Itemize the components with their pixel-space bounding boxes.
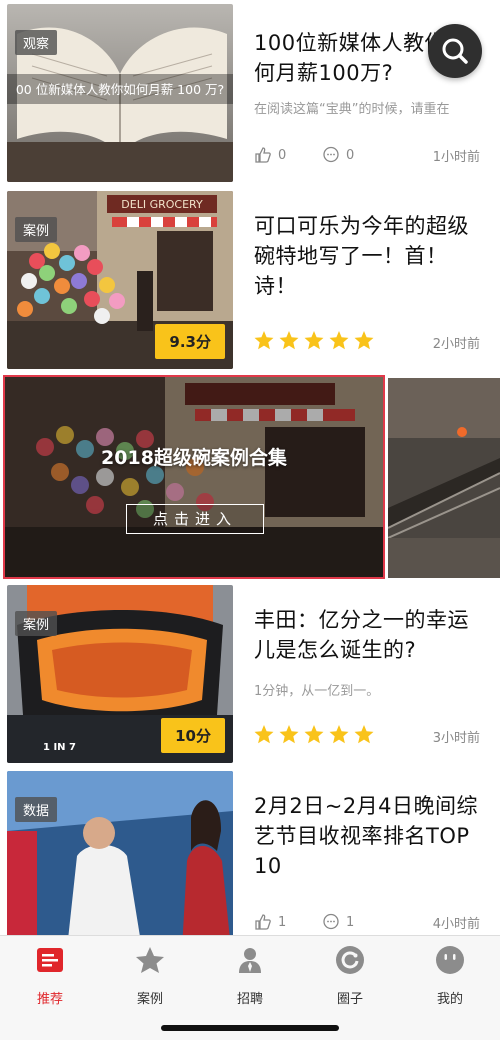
circle-icon [336, 946, 364, 974]
thumbs-up-icon [255, 147, 271, 163]
person-icon [239, 948, 261, 973]
overlay-text: 1 IN 7 [43, 742, 76, 753]
next-banner-peek[interactable] [388, 378, 500, 578]
article-title[interactable]: 丰田：亿分之一的幸运儿是怎么诞生的? [254, 605, 486, 665]
tab-label: 招聘 [236, 992, 263, 1007]
article-summary: 1分钟，从一亿到一。 [254, 684, 380, 699]
banner-title: 2018超级碗案例合集 [101, 447, 287, 469]
face-icon [436, 946, 464, 974]
search-button[interactable] [428, 24, 482, 78]
score-badge: 9.3分 [155, 324, 225, 359]
article-meta: 3小时前 [254, 725, 480, 747]
time-ago: 2小时前 [432, 337, 480, 352]
time-ago: 1小时前 [432, 150, 480, 165]
article-thumbnail: 1 IN 7 案例 10分 [7, 585, 233, 763]
store-sign: DELI GROCERY [121, 198, 203, 211]
comment-number: 0 [346, 147, 355, 163]
article-card[interactable]: 数据 2月2日~2月4日晚间综艺节目收视率排名TOP 10 1 1 4小时前 [0, 771, 500, 935]
like-count[interactable]: 0 [254, 146, 286, 164]
rating-star-icon [329, 725, 349, 744]
thumbs-up-icon [255, 914, 271, 930]
time-ago: 3小时前 [432, 731, 480, 746]
rating-star-icon [354, 331, 374, 350]
rating-star-icon [304, 331, 324, 350]
article-summary: 在阅读这篇“宝典”的时候，请重在 [254, 102, 450, 117]
rating-star-icon [279, 725, 299, 744]
tab-label: 圈子 [336, 992, 363, 1007]
comment-count[interactable]: 0 [322, 146, 354, 164]
article-title[interactable]: 可口可乐为今年的超级碗特地写了一！首！诗！ [254, 211, 486, 301]
tab-label: 案例 [136, 992, 163, 1007]
article-card[interactable]: DELI GROCERY 案例 9.3分 可口可乐为今年的超级碗特地写了一！首！… [0, 191, 500, 371]
rating-star-icon [254, 331, 274, 350]
category-tag: 数据 [15, 797, 58, 822]
article-card[interactable]: 00 位新媒体人教你如何月薪 100 万? 观察 100位新媒体人教你如何月薪1… [0, 4, 500, 184]
banner-image [5, 377, 383, 577]
article-thumbnail: 00 位新媒体人教你如何月薪 100 万? 观察 [7, 4, 233, 182]
comment-number: 1 [346, 914, 355, 930]
tab-circle[interactable]: 圈子 [310, 944, 390, 1007]
category-tag: 案例 [15, 217, 58, 242]
collection-banner[interactable]: 2018超级碗案例合集 点击进入 [3, 375, 385, 579]
category-tag: 观察 [15, 30, 58, 55]
time-ago: 4小时前 [432, 917, 480, 932]
thumbnail-caption: 00 位新媒体人教你如何月薪 100 万? [16, 82, 224, 97]
comment-icon [323, 146, 339, 163]
rating-star-icon [354, 725, 374, 744]
tab-label: 我的 [436, 992, 463, 1007]
article-feed[interactable]: 00 位新媒体人教你如何月薪 100 万? 观察 100位新媒体人教你如何月薪1… [0, 0, 500, 935]
article-thumbnail: DELI GROCERY 案例 9.3分 [7, 191, 233, 369]
article-meta: 0 0 1小时前 [254, 144, 480, 166]
rating-stars [254, 331, 374, 350]
article-meta: 2小时前 [254, 331, 480, 353]
tv-show-image [7, 771, 233, 935]
tab-me[interactable]: 我的 [410, 944, 490, 1007]
tab-jobs[interactable]: 招聘 [210, 944, 290, 1007]
home-indicator[interactable] [161, 1025, 339, 1031]
rating-star-icon [254, 725, 274, 744]
star-icon [136, 947, 164, 973]
tab-label: 推荐 [36, 992, 63, 1007]
rating-star-icon [329, 331, 349, 350]
article-thumbnail: 数据 [7, 771, 233, 935]
tab-recommend[interactable]: 推荐 [10, 944, 90, 1007]
article-title[interactable]: 2月2日~2月4日晚间综艺节目收视率排名TOP 10 [254, 791, 486, 881]
tab-cases[interactable]: 案例 [110, 944, 190, 1007]
search-icon [442, 38, 468, 64]
like-number: 1 [278, 914, 287, 930]
like-number: 0 [278, 147, 287, 163]
recommend-icon [37, 948, 63, 972]
like-count[interactable]: 1 [254, 913, 286, 931]
category-tag: 案例 [15, 611, 58, 636]
railway-image [388, 378, 500, 578]
article-card[interactable]: 1 IN 7 案例 10分 丰田：亿分之一的幸运儿是怎么诞生的? 1分钟，从一亿… [0, 585, 500, 765]
article-meta: 1 1 4小时前 [254, 911, 480, 933]
enter-button[interactable]: 点击进入 [126, 504, 264, 534]
rating-star-icon [279, 331, 299, 350]
rating-star-icon [304, 725, 324, 744]
rating-stars [254, 725, 374, 744]
comment-icon [323, 913, 339, 930]
score-badge: 10分 [161, 718, 225, 753]
comment-count[interactable]: 1 [322, 913, 354, 931]
